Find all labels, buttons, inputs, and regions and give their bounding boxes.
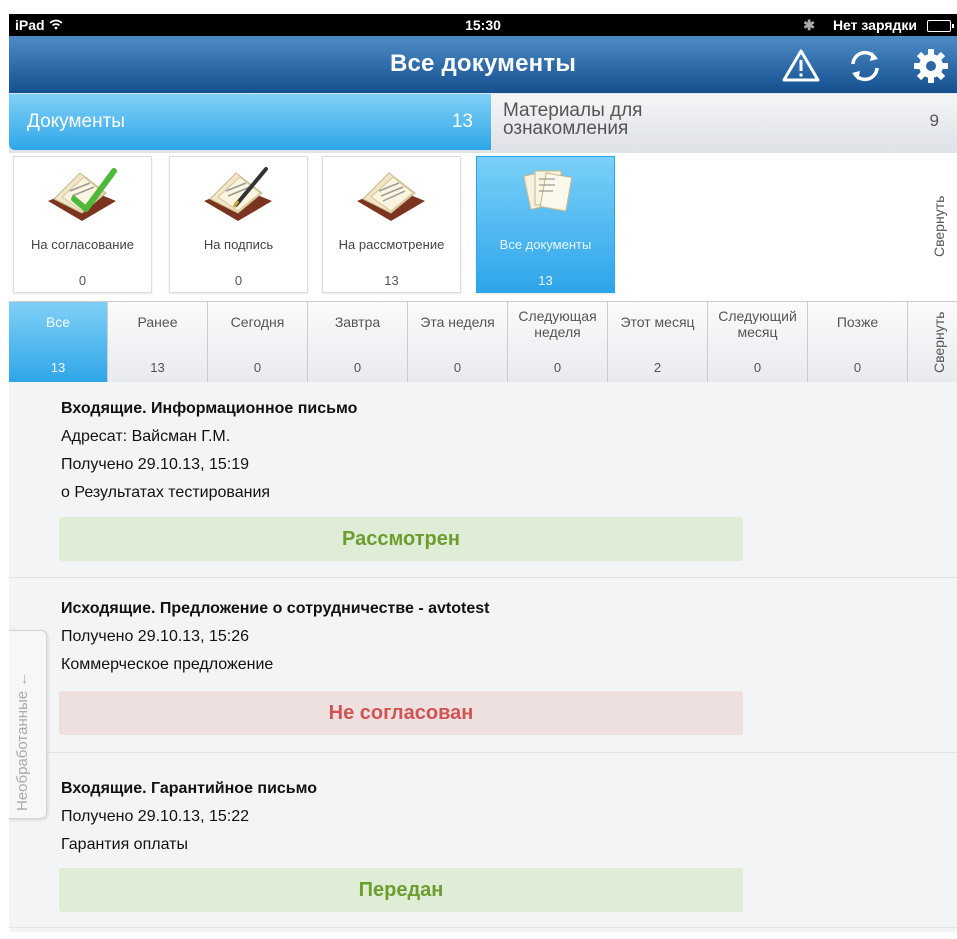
document-received: Получено 29.10.13, 15:26 bbox=[61, 628, 250, 645]
document-item[interactable]: Входящие. Гарантийное письмо Получено 29… bbox=[9, 753, 957, 928]
period-count: 0 bbox=[253, 360, 262, 375]
refresh-icon[interactable] bbox=[845, 46, 885, 86]
document-title: Исходящие. Предложение о сотрудничестве … bbox=[61, 600, 490, 617]
document-received: Получено 29.10.13, 15:19 bbox=[61, 456, 250, 473]
document-subject: Гарантия оплаты bbox=[61, 836, 188, 853]
warning-icon[interactable] bbox=[781, 46, 821, 86]
status-bar: iPad 15:30 ✱ Нет зарядки bbox=[9, 14, 957, 36]
period-label: Следующая неделя bbox=[518, 308, 597, 340]
side-tab-label: Необработанные ← bbox=[14, 671, 31, 811]
document-title: Входящие. Информационное письмо bbox=[61, 400, 358, 417]
period-label: Завтра bbox=[334, 314, 381, 330]
document-title: Входящие. Гарантийное письмо bbox=[61, 780, 318, 797]
tile-count: 13 bbox=[538, 273, 553, 288]
period-count: 0 bbox=[553, 360, 562, 375]
period-label: Все bbox=[45, 314, 71, 330]
document-subject: о Результатах тестирования bbox=[61, 484, 271, 501]
tab-count: 13 bbox=[451, 111, 473, 132]
period-count: 0 bbox=[353, 360, 362, 375]
tab-label: Документы bbox=[27, 111, 125, 132]
status-badge: Рассмотрен bbox=[59, 517, 743, 561]
category-tile-approval[interactable]: На согласование 0 bbox=[13, 156, 152, 293]
status-badge: Не согласован bbox=[59, 691, 743, 735]
arrow-left-icon: ← bbox=[14, 671, 31, 691]
signature-folder-icon bbox=[200, 163, 276, 225]
tab-documents[interactable]: Документы 13 bbox=[9, 94, 491, 150]
period-tab-later[interactable]: Позже 0 bbox=[808, 302, 908, 382]
period-tab-next-week[interactable]: Следующая неделя 0 bbox=[508, 302, 608, 382]
period-count: 2 bbox=[653, 360, 662, 375]
tab-count: 9 bbox=[929, 111, 939, 130]
tile-label: На подпись bbox=[203, 237, 274, 252]
period-label: Позже bbox=[836, 314, 879, 330]
document-received: Получено 29.10.13, 15:22 bbox=[61, 808, 250, 825]
period-tab-earlier[interactable]: Ранее 13 bbox=[108, 302, 208, 382]
tab-label: Материалы для ознакомления bbox=[503, 100, 643, 139]
tile-count: 0 bbox=[78, 273, 87, 288]
period-count: 13 bbox=[50, 360, 66, 375]
period-tab-tomorrow[interactable]: Завтра 0 bbox=[308, 302, 408, 382]
document-subject: Коммерческое предложение bbox=[61, 656, 274, 673]
period-count: 13 bbox=[150, 360, 165, 375]
status-badge: Передан bbox=[59, 868, 743, 912]
tile-count: 0 bbox=[234, 273, 243, 288]
tile-label: На согласование bbox=[31, 237, 134, 252]
document-addressee: Адресат: Вайсман Г.М. bbox=[61, 428, 231, 445]
review-folder-icon bbox=[353, 163, 429, 225]
battery-text: Нет зарядки bbox=[832, 17, 917, 33]
document-item[interactable]: Входящие. Информационное письмо Адресат:… bbox=[9, 382, 957, 578]
tile-label: На рассмотрение bbox=[338, 237, 445, 252]
gear-icon[interactable] bbox=[911, 46, 951, 86]
approval-folder-icon bbox=[44, 163, 120, 225]
app-frame: iPad 15:30 ✱ Нет зарядки Все документы Д… bbox=[9, 14, 957, 932]
period-label: Этот месяц bbox=[620, 314, 695, 330]
tab-materials[interactable]: Материалы для ознакомления 9 bbox=[491, 94, 957, 150]
period-tab-this-month[interactable]: Этот месяц 2 bbox=[608, 302, 708, 382]
period-count: 0 bbox=[453, 360, 462, 375]
battery-icon bbox=[927, 20, 954, 32]
period-tab-today[interactable]: Сегодня 0 bbox=[208, 302, 308, 382]
document-item[interactable]: Исходящие. Предложение о сотрудничестве … bbox=[9, 578, 957, 753]
tile-label: Все документы bbox=[499, 237, 592, 252]
period-label: Сегодня bbox=[230, 314, 285, 330]
unprocessed-side-tab[interactable]: Необработанные ← bbox=[9, 630, 47, 819]
period-count: 0 bbox=[853, 360, 862, 375]
document-list: Входящие. Информационное письмо Адресат:… bbox=[9, 382, 957, 932]
category-tile-review[interactable]: На рассмотрение 13 bbox=[322, 156, 461, 293]
period-tabs: Все 13 Ранее 13 Сегодня 0 Завтра 0 Эта н… bbox=[9, 301, 957, 383]
collapse-categories-button[interactable]: Свернуть bbox=[931, 181, 953, 271]
collapse-periods-button[interactable]: Свернуть bbox=[931, 306, 953, 378]
category-tile-signature[interactable]: На подпись 0 bbox=[169, 156, 308, 293]
period-tab-all[interactable]: Все 13 bbox=[9, 302, 108, 382]
category-tile-all[interactable]: Все документы 13 bbox=[476, 156, 615, 293]
period-tab-this-week[interactable]: Эта неделя 0 bbox=[408, 302, 508, 382]
bluetooth-icon: ✱ bbox=[803, 17, 815, 33]
top-tabs: Документы 13 Материалы для ознакомления … bbox=[9, 93, 957, 153]
period-label: Ранее bbox=[137, 314, 178, 330]
period-tab-next-month[interactable]: Следующий месяц 0 bbox=[708, 302, 808, 382]
period-count: 0 bbox=[753, 360, 762, 375]
tile-count: 13 bbox=[384, 273, 399, 288]
category-tiles: На согласование 0 На подпись 0 На рассмо… bbox=[9, 153, 957, 305]
period-label: Эта неделя bbox=[420, 314, 495, 330]
title-bar: Все документы bbox=[9, 36, 957, 93]
all-documents-icon bbox=[507, 163, 583, 225]
period-label: Следующий месяц bbox=[718, 308, 797, 340]
